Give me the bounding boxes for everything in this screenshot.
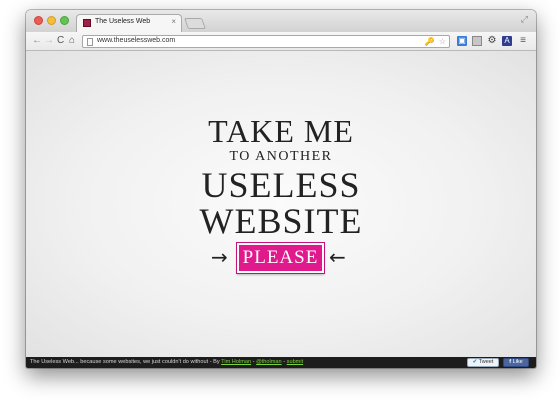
tab-title: The Useless Web [95, 18, 151, 25]
tab-useless-web[interactable]: The Useless Web × [76, 14, 182, 32]
left-arrow-icon: ← [329, 245, 346, 269]
please-button[interactable]: PLEASE [237, 243, 324, 273]
footer-bar: The Useless Web... because some websites… [26, 357, 536, 368]
reload-icon[interactable]: C [57, 35, 64, 47]
footer-text: The Useless Web... because some websites… [30, 359, 304, 365]
dictionary-icon[interactable]: A [502, 36, 512, 46]
tab-strip: The Useless Web × ⤢ [26, 10, 536, 32]
please-row: → PLEASE ← [26, 243, 536, 275]
minimize-window-button[interactable] [47, 16, 56, 25]
submit-link[interactable]: submit [287, 359, 303, 365]
fullscreen-icon[interactable]: ⤢ [521, 14, 528, 25]
headline-website: WEBSITE [199, 201, 363, 241]
home-icon[interactable]: ⌂ [69, 35, 75, 47]
like-button[interactable]: f Like [503, 358, 529, 367]
key-icon[interactable]: 🔑 [425, 37, 435, 46]
headline-to-another: TO ANOTHER [229, 149, 333, 164]
star-icon[interactable]: ☆ [439, 37, 446, 46]
close-window-button[interactable] [34, 16, 43, 25]
address-bar[interactable]: www.theuselessweb.com 🔑 ☆ [82, 35, 450, 48]
back-icon[interactable]: ← [32, 35, 42, 47]
author-link[interactable]: Tim Holman [221, 359, 251, 365]
twitter-link[interactable]: @tholman [256, 359, 282, 365]
zoom-window-button[interactable] [60, 16, 69, 25]
browser-toolbar: ← → C ⌂ www.theuselessweb.com 🔑 ☆ ▣ ⚙ A … [26, 32, 536, 51]
page-content: TAKE ME TO ANOTHER USELESS WEBSITE → PLE… [26, 51, 536, 357]
browser-window: The Useless Web × ⤢ ← → C ⌂ www.theusele… [26, 10, 536, 368]
gear-icon[interactable]: ⚙ [487, 36, 497, 46]
tab-close-icon[interactable]: × [171, 17, 176, 26]
headline-useless: USELESS [201, 165, 361, 205]
twitter-bird-icon: ✔ [472, 359, 478, 365]
menu-icon[interactable]: ≡ [518, 36, 528, 46]
tweet-button[interactable]: ✔ Tweet [467, 358, 499, 367]
forward-icon[interactable]: → [44, 35, 54, 47]
facebook-icon: f [509, 359, 512, 365]
url-text[interactable]: www.theuselessweb.com [97, 37, 175, 44]
favicon-icon [83, 19, 91, 27]
extension-page-icon[interactable] [472, 36, 482, 46]
right-arrow-icon: → [211, 245, 228, 269]
headline-take-me: TAKE ME [208, 113, 354, 149]
new-tab-button[interactable] [183, 18, 207, 29]
screen-capture-icon[interactable]: ▣ [457, 36, 467, 46]
page-icon [87, 38, 93, 46]
